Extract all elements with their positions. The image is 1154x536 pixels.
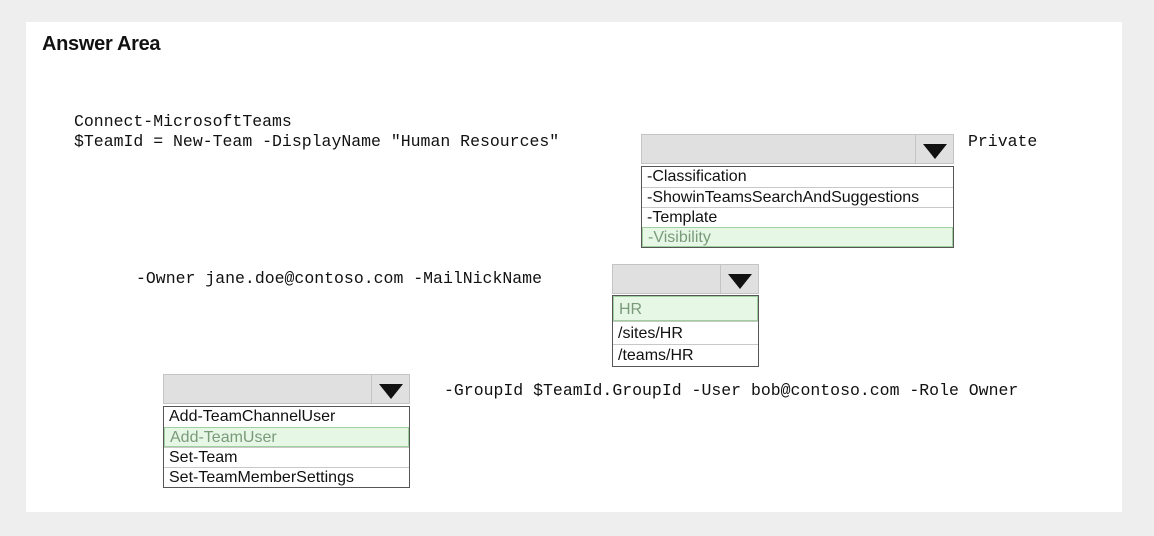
chevron-down-icon[interactable] [915,135,953,163]
answer-area-title: Answer Area [42,33,161,55]
parameter-dropdown[interactable] [641,134,954,164]
option-add-teamchanneluser[interactable]: Add-TeamChannelUser [164,407,409,427]
chevron-down-icon[interactable] [720,265,758,293]
mailnickname-options-list: HR /sites/HR /teams/HR [612,295,759,367]
option-teams-hr[interactable]: /teams/HR [613,344,758,366]
option-set-team[interactable]: Set-Team [164,447,409,467]
option-visibility[interactable]: -Visibility [642,227,953,247]
code-line-owner: -Owner jane.doe@contoso.com -MailNickNam… [136,269,542,288]
option-hr[interactable]: HR [613,296,758,321]
option-classification[interactable]: -Classification [642,167,953,187]
mailnickname-dropdown[interactable] [612,264,759,294]
option-add-teamuser[interactable]: Add-TeamUser [164,427,409,447]
code-line-groupid: -GroupId $TeamId.GroupId -User bob@conto… [444,381,1019,400]
cmdlet-options-list: Add-TeamChannelUser Add-TeamUser Set-Tea… [163,406,410,488]
code-line-connect: Connect-MicrosoftTeams [74,112,292,131]
option-set-teammembersettings[interactable]: Set-TeamMemberSettings [164,467,409,487]
code-line-new-team: $TeamId = New-Team -DisplayName "Human R… [74,132,560,151]
option-showinteamssearchandsuggestions[interactable]: -ShowinTeamsSearchAndSuggestions [642,187,953,207]
option-sites-hr[interactable]: /sites/HR [613,321,758,344]
code-private-value: Private [968,132,1038,151]
parameter-options-list: -Classification -ShowinTeamsSearchAndSug… [641,166,954,248]
option-template[interactable]: -Template [642,207,953,227]
cmdlet-dropdown[interactable] [163,374,410,404]
chevron-down-icon[interactable] [371,375,409,403]
